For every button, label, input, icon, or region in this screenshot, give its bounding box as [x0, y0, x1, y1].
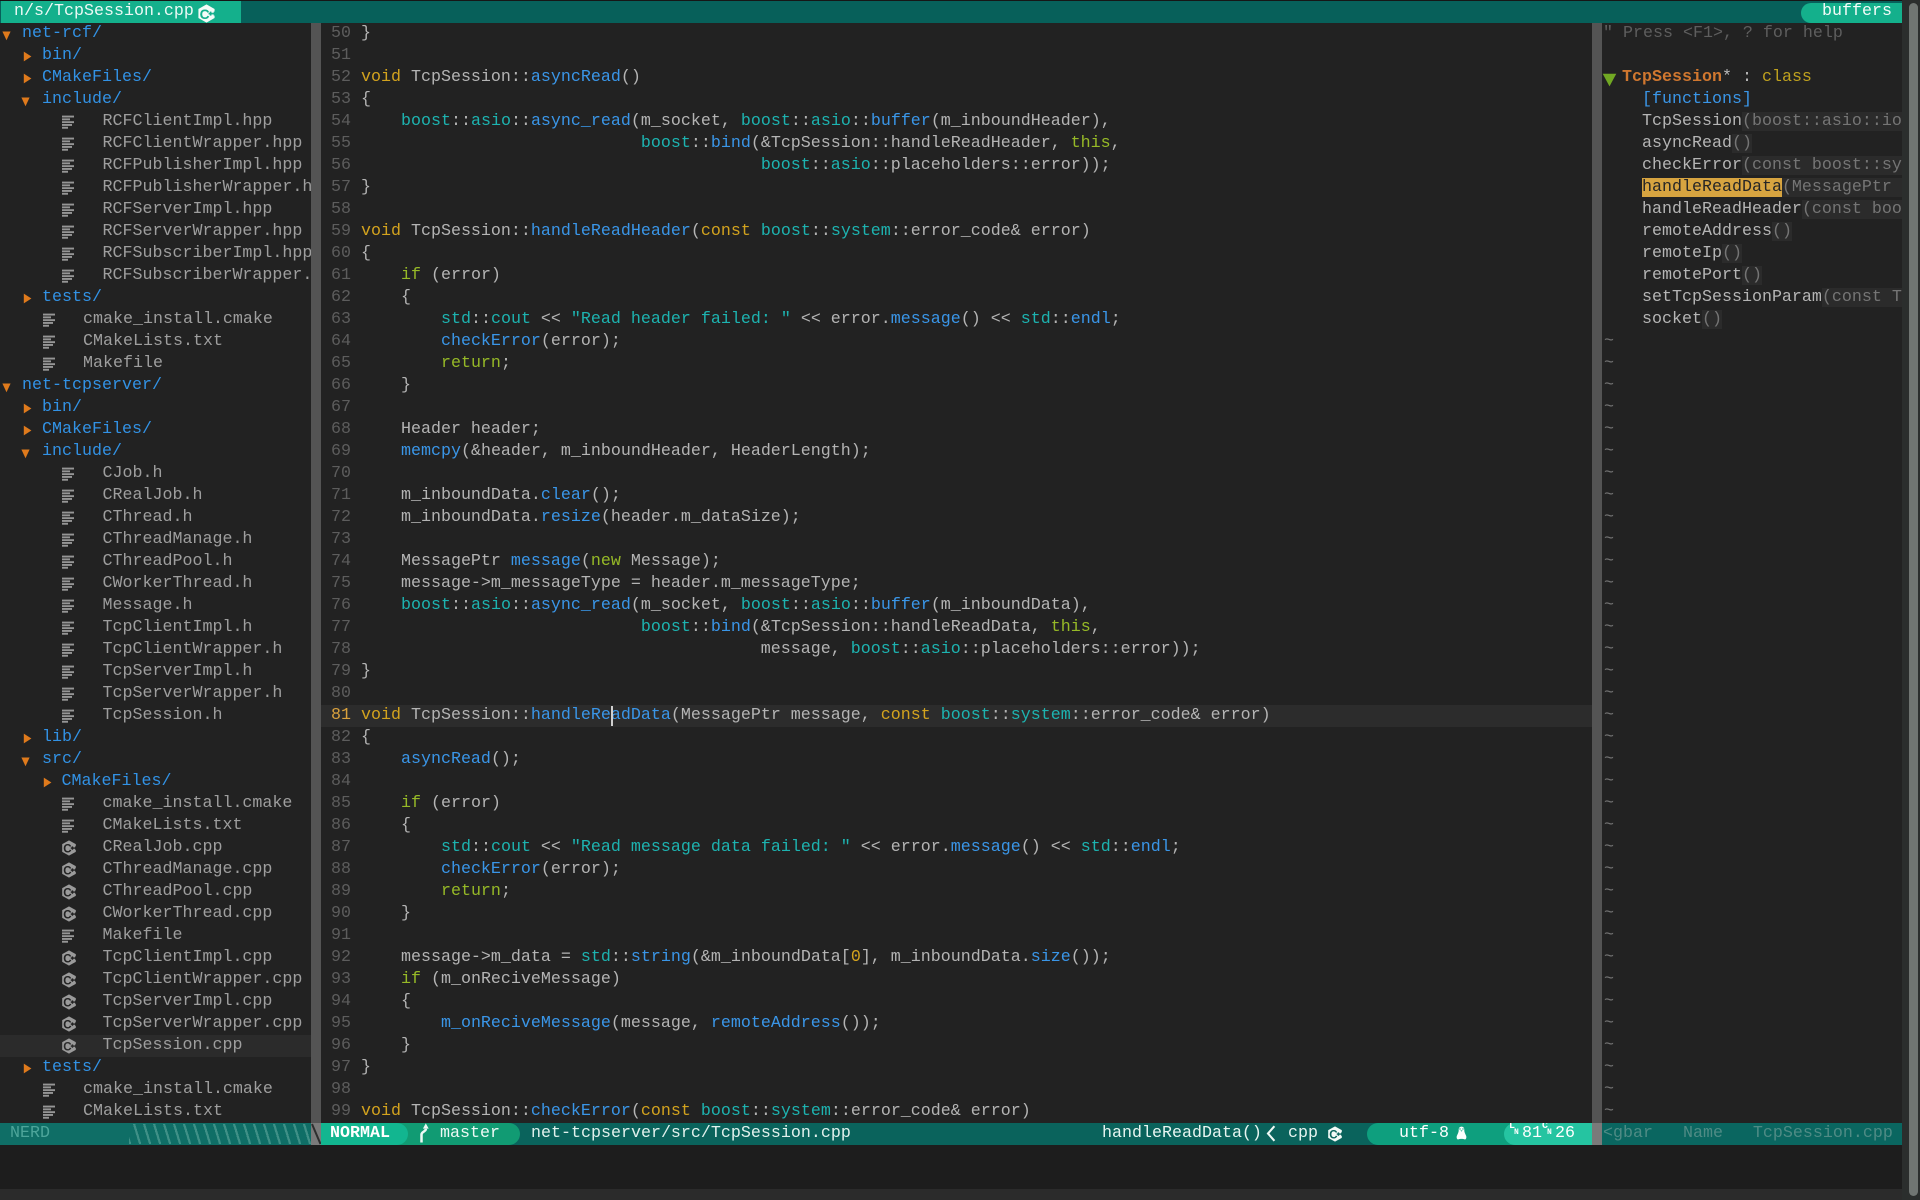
svg-text:C: C	[63, 842, 72, 855]
svg-text:C: C	[63, 886, 72, 899]
svg-text:C: C	[63, 996, 72, 1009]
svg-text:C: C	[63, 864, 72, 877]
svg-text:C: C	[63, 1018, 72, 1031]
svg-text:C: C	[63, 974, 72, 987]
svg-text:C: C	[63, 908, 72, 921]
svg-text:C: C	[200, 7, 210, 22]
svg-text:C: C	[63, 952, 72, 965]
svg-text:C: C	[63, 1040, 72, 1053]
svg-text:C: C	[1329, 1128, 1338, 1141]
